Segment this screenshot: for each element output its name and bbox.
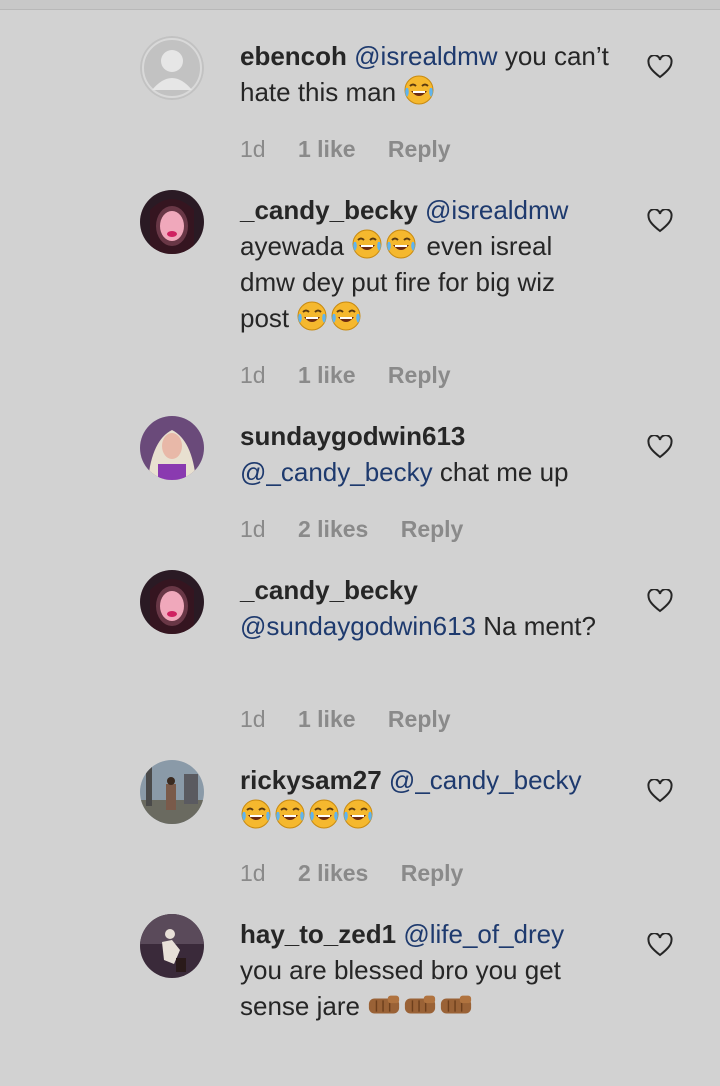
comment-text: Na ment?: [483, 611, 596, 641]
user-photo-avatar[interactable]: [140, 760, 204, 824]
comment-username[interactable]: ebencoh: [240, 41, 347, 71]
heart-icon[interactable]: [647, 435, 673, 459]
comment-time: 1d: [240, 362, 266, 388]
comment-time: 1d: [240, 136, 266, 162]
reply-button[interactable]: Reply: [388, 136, 451, 162]
comment-body: ebencoh @isrealdmw you can’t hate this m…: [240, 38, 610, 110]
laugh-cry-emoji-icon: [308, 798, 340, 830]
heart-icon[interactable]: [647, 779, 673, 803]
reply-button[interactable]: Reply: [388, 706, 451, 732]
comment-username[interactable]: _candy_becky: [240, 195, 418, 225]
comment-mention[interactable]: @isrealdmw: [425, 195, 568, 225]
comment-likes[interactable]: 1 like: [298, 362, 356, 388]
laugh-cry-emoji-icon: [330, 300, 362, 332]
heart-icon[interactable]: [647, 589, 673, 613]
comment-body: sundaygodwin613 @_candy_becky chat me up: [240, 418, 610, 490]
comment-meta: 1d 1 like Reply: [240, 706, 477, 733]
comment-likes[interactable]: 2 likes: [298, 516, 368, 542]
default-avatar-icon[interactable]: [140, 36, 204, 100]
comment-mention[interactable]: @isrealdmw: [354, 41, 497, 71]
fist-bump-emoji-icon: [439, 992, 473, 1020]
comment-meta: 1d 2 likes Reply: [240, 860, 489, 887]
reply-button[interactable]: Reply: [401, 860, 464, 886]
laugh-cry-emoji-icon: [385, 228, 417, 260]
user-photo-avatar[interactable]: [140, 416, 204, 480]
heart-icon[interactable]: [647, 933, 673, 957]
comment-likes[interactable]: 1 like: [298, 136, 356, 162]
comment-mention[interactable]: @_candy_becky: [240, 457, 433, 487]
comment-text: chat me up: [439, 457, 569, 487]
comment-meta: 1d 1 like Reply: [240, 362, 477, 389]
comment-time: 1d: [240, 860, 266, 886]
comment-username[interactable]: sundaygodwin613: [240, 421, 465, 451]
comment-username[interactable]: hay_to_zed1: [240, 919, 396, 949]
comment-body: _candy_becky @isrealdmw ayewada even isr…: [240, 192, 610, 336]
laugh-cry-emoji-icon: [296, 300, 328, 332]
laugh-cry-emoji-icon: [403, 74, 435, 106]
comment-time: 1d: [240, 706, 266, 732]
comment-time: 1d: [240, 516, 266, 542]
comment-text: ayewada: [240, 231, 345, 261]
laugh-cry-emoji-icon: [342, 798, 374, 830]
comment-meta: 1d 2 likes Reply: [240, 516, 489, 543]
comment-mention[interactable]: @_candy_becky: [389, 765, 582, 795]
heart-icon[interactable]: [647, 209, 673, 233]
fist-bump-emoji-icon: [367, 992, 401, 1020]
heart-icon[interactable]: [647, 55, 673, 79]
laugh-cry-emoji-icon: [240, 798, 272, 830]
comment-mention[interactable]: @sundaygodwin613: [240, 611, 476, 641]
comment-body: _candy_becky @sundaygodwin613 Na ment?: [240, 572, 610, 644]
user-photo-avatar[interactable]: [140, 190, 204, 254]
laugh-cry-emoji-icon: [351, 228, 383, 260]
fist-bump-emoji-icon: [403, 992, 437, 1020]
comment-body: rickysam27 @_candy_becky: [240, 762, 610, 834]
laugh-cry-emoji-icon: [274, 798, 306, 830]
comment-username[interactable]: _candy_becky: [240, 575, 418, 605]
comment-body: hay_to_zed1 @life_of_drey you are blesse…: [240, 916, 610, 1024]
top-divider: [0, 0, 720, 10]
user-photo-avatar[interactable]: [140, 570, 204, 634]
comment-meta: 1d 1 like Reply: [240, 136, 477, 163]
reply-button[interactable]: Reply: [388, 362, 451, 388]
comment-mention[interactable]: @life_of_drey: [403, 919, 564, 949]
reply-button[interactable]: Reply: [401, 516, 464, 542]
user-photo-avatar[interactable]: [140, 914, 204, 978]
comment-username[interactable]: rickysam27: [240, 765, 382, 795]
comment-likes[interactable]: 1 like: [298, 706, 356, 732]
comment-likes[interactable]: 2 likes: [298, 860, 368, 886]
